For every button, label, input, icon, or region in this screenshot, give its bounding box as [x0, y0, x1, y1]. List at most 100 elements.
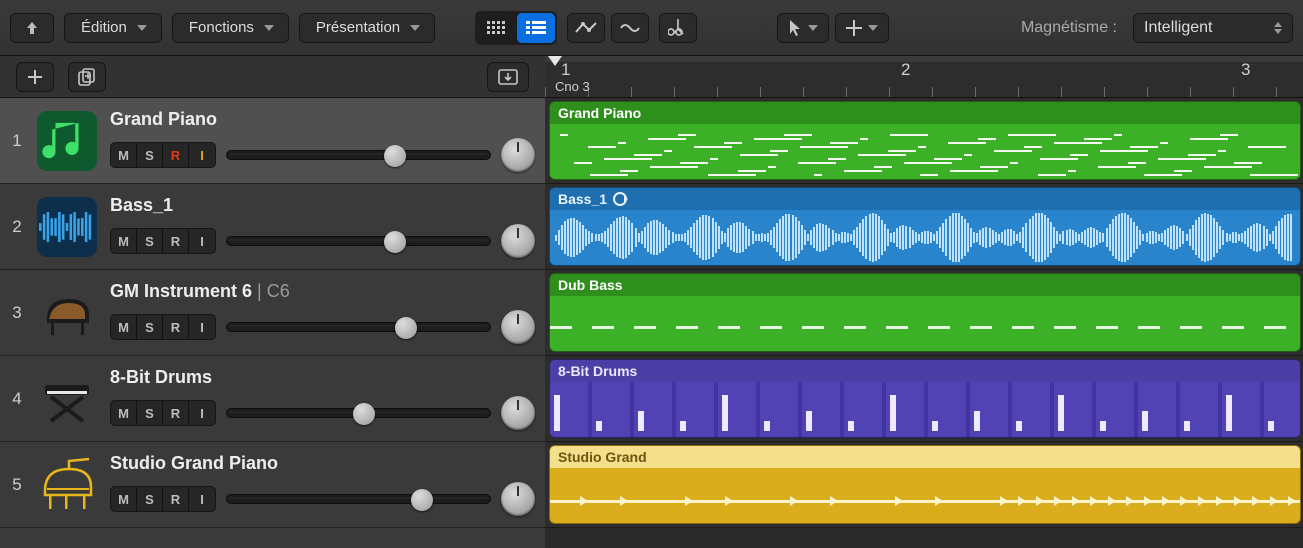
mute-button[interactable]: M [111, 401, 137, 425]
track-icon[interactable] [34, 108, 100, 174]
duplicate-icon [78, 68, 96, 86]
track-row[interactable]: 1 Grand Piano M S R I [0, 98, 545, 184]
back-button[interactable] [10, 13, 54, 43]
grid-view-button[interactable] [477, 13, 515, 43]
region-clip[interactable]: Grand Piano [549, 101, 1301, 180]
track-rows: 1 Grand Piano M S R I 2 Bass_1 [0, 98, 545, 548]
track-icon[interactable] [34, 452, 100, 518]
track-controls: M S R I [110, 396, 535, 430]
volume-slider[interactable] [226, 408, 491, 418]
right-tool-picker[interactable] [835, 13, 889, 43]
solo-button[interactable]: S [137, 487, 163, 511]
left-tool-picker[interactable] [777, 13, 829, 43]
track-name[interactable]: GM Instrument 6 | C6 [110, 281, 535, 302]
mute-button[interactable]: M [111, 487, 137, 511]
add-track-button[interactable] [16, 62, 54, 92]
input-monitor-button[interactable]: I [189, 487, 215, 511]
track-name[interactable]: Grand Piano [110, 109, 535, 130]
record-enable-button[interactable]: R [163, 487, 189, 511]
track-number: 4 [0, 389, 34, 409]
flex-button[interactable] [611, 13, 649, 43]
track-icon[interactable] [34, 194, 100, 260]
tool-pickers [777, 13, 889, 43]
volume-slider[interactable] [226, 494, 491, 504]
mute-button[interactable]: M [111, 315, 137, 339]
track-list-panel: 1 Grand Piano M S R I 2 Bass_1 [0, 56, 545, 548]
pan-knob[interactable] [501, 310, 535, 344]
automation-button[interactable] [567, 13, 605, 43]
track-icon[interactable] [34, 366, 100, 432]
input-monitor-button[interactable]: I [189, 315, 215, 339]
solo-button[interactable]: S [137, 315, 163, 339]
track-row[interactable]: 3 GM Instrument 6 | C6 M S R I [0, 270, 545, 356]
input-monitor-button[interactable]: I [189, 401, 215, 425]
volume-thumb[interactable] [384, 231, 406, 253]
volume-thumb[interactable] [384, 145, 406, 167]
grid-icon [487, 21, 505, 35]
crosshair-icon [846, 20, 862, 36]
pan-knob[interactable] [501, 224, 535, 258]
mute-button[interactable]: M [111, 229, 137, 253]
track-row[interactable]: 5 Studio Grand Piano M S R I [0, 442, 545, 528]
split-tool-button[interactable] [659, 13, 697, 43]
volume-thumb[interactable] [411, 489, 433, 511]
record-enable-button[interactable]: R [163, 315, 189, 339]
track-controls: M S R I [110, 482, 535, 516]
list-icon [526, 21, 546, 35]
track-row[interactable]: 2 Bass_1 M S R I [0, 184, 545, 270]
functions-menu[interactable]: Fonctions [172, 13, 289, 43]
drum-hits [550, 382, 1300, 437]
midi-notes [550, 326, 1300, 329]
clip-row[interactable]: Dub Bass [545, 270, 1303, 356]
volume-slider[interactable] [226, 150, 491, 160]
stepper-arrows-icon [1274, 22, 1282, 34]
presentation-menu[interactable]: Présentation [299, 13, 435, 43]
solo-button[interactable]: S [137, 143, 163, 167]
mute-button[interactable]: M [111, 143, 137, 167]
record-enable-button[interactable]: R [163, 143, 189, 167]
pan-knob[interactable] [501, 396, 535, 430]
track-row[interactable]: 4 8-Bit Drums M S R I [0, 356, 545, 442]
track-name[interactable]: Studio Grand Piano [110, 453, 535, 474]
input-monitor-button[interactable]: I [189, 229, 215, 253]
magnetism-select[interactable]: Intelligent [1133, 13, 1293, 43]
clip-row[interactable]: Bass_1 [545, 184, 1303, 270]
main-area: 1 Grand Piano M S R I 2 Bass_1 [0, 56, 1303, 548]
edit-menu[interactable]: Édition [64, 13, 162, 43]
pan-knob[interactable] [501, 138, 535, 172]
list-view-button[interactable] [517, 13, 555, 43]
track-controls: M S R I [110, 224, 535, 258]
region-clip[interactable]: 8-Bit Drums [549, 359, 1301, 438]
magnetism-value: Intelligent [1144, 19, 1213, 37]
clip-body [550, 210, 1300, 265]
duplicate-track-button[interactable] [68, 62, 106, 92]
region-clip[interactable]: Studio Grand [549, 445, 1301, 524]
arrange-area[interactable]: 1 2 3 Cno 3 Grand Piano Bass_1 Dub Bass … [545, 56, 1303, 548]
track-number: 3 [0, 303, 34, 323]
ruler[interactable]: 1 2 3 Cno 3 [545, 56, 1303, 98]
track-details: 8-Bit Drums M S R I [110, 367, 535, 430]
region-clip[interactable]: Dub Bass [549, 273, 1301, 352]
record-enable-button[interactable]: R [163, 401, 189, 425]
solo-button[interactable]: S [137, 229, 163, 253]
global-tracks-button[interactable] [487, 62, 529, 92]
clip-row[interactable]: Studio Grand [545, 442, 1303, 528]
clip-row[interactable]: Grand Piano [545, 98, 1303, 184]
clip-title: Studio Grand [550, 446, 1300, 468]
chevron-down-icon [808, 25, 818, 31]
msri-buttons: M S R I [110, 228, 216, 254]
input-monitor-button[interactable]: I [189, 143, 215, 167]
clip-row[interactable]: 8-Bit Drums [545, 356, 1303, 442]
volume-thumb[interactable] [353, 403, 375, 425]
volume-slider[interactable] [226, 322, 491, 332]
track-name[interactable]: 8-Bit Drums [110, 367, 535, 388]
volume-thumb[interactable] [395, 317, 417, 339]
solo-button[interactable]: S [137, 401, 163, 425]
region-clip[interactable]: Bass_1 [549, 187, 1301, 266]
record-enable-button[interactable]: R [163, 229, 189, 253]
track-details: GM Instrument 6 | C6 M S R I [110, 281, 535, 344]
pan-knob[interactable] [501, 482, 535, 516]
track-icon[interactable] [34, 280, 100, 346]
track-name[interactable]: Bass_1 [110, 195, 535, 216]
volume-slider[interactable] [226, 236, 491, 246]
